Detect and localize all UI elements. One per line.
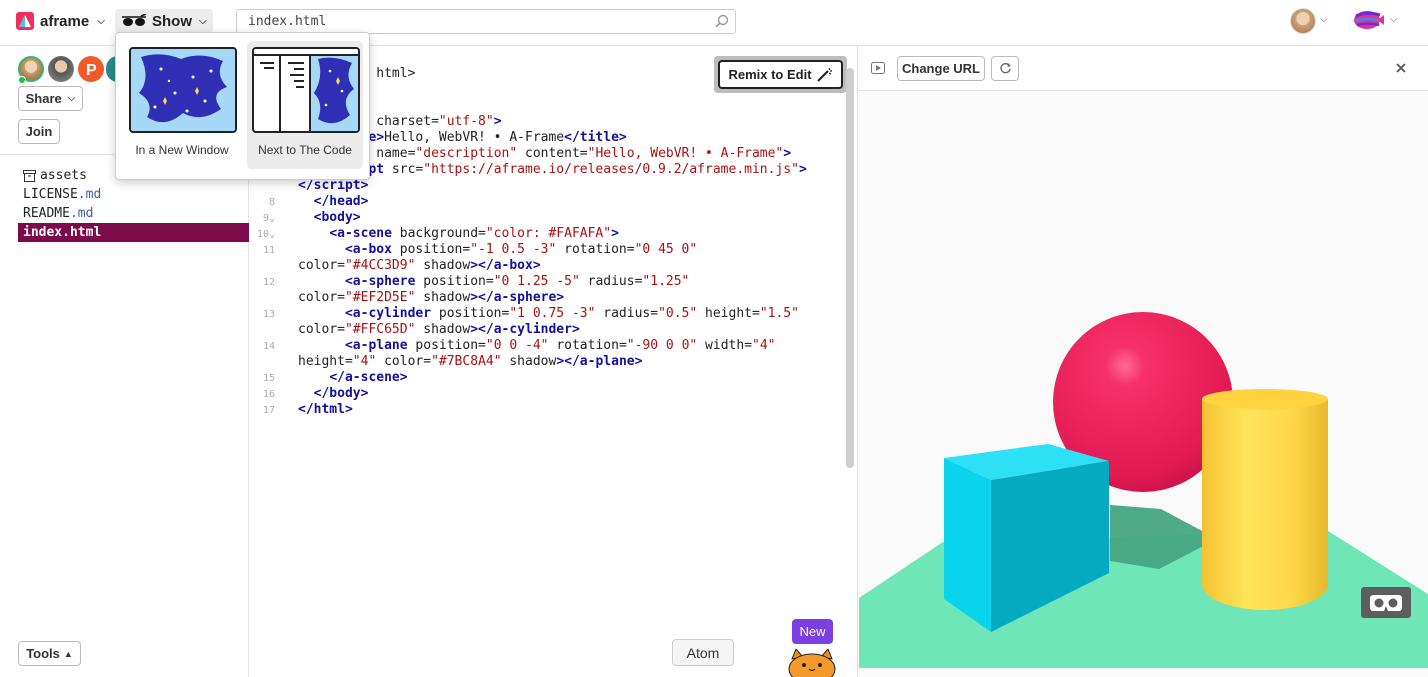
code-line: 16 </body>: [262, 386, 369, 401]
project-name: aframe: [40, 12, 90, 30]
online-indicator: [18, 76, 26, 84]
editor-scrollbar[interactable]: [846, 68, 854, 468]
atom-tooltip: Atom: [672, 639, 734, 666]
change-url-button[interactable]: Change URL: [897, 56, 985, 81]
file-item-license[interactable]: LICENSE.md: [18, 185, 249, 204]
new-badge-label: New: [799, 624, 826, 639]
file-name: assets: [40, 168, 87, 183]
aframe-scene[interactable]: [859, 91, 1428, 668]
file-search-input[interactable]: index.html: [236, 9, 736, 34]
collaborator-avatar[interactable]: P: [78, 56, 104, 82]
refresh-button[interactable]: [991, 56, 1019, 81]
code-line: 14 <a-plane position="0 0 -4" rotation="…: [262, 338, 776, 353]
chevron-down-icon[interactable]: ⌵: [1390, 14, 1398, 25]
tools-button[interactable]: Tools ▲: [18, 641, 81, 666]
share-button[interactable]: Share ⌵: [18, 86, 83, 111]
cat-mascot-icon[interactable]: [786, 649, 838, 677]
code-line: 12 <a-sphere position="0 1.25 -5" radius…: [262, 274, 690, 289]
file-extension: .md: [69, 206, 94, 221]
show-option-new-window[interactable]: In a New Window: [124, 41, 240, 169]
file-extension: .md: [77, 187, 102, 202]
share-label: Share: [25, 91, 62, 106]
glitch-logo-icon[interactable]: [1352, 8, 1384, 32]
starry-blob-icon: [139, 54, 227, 123]
atom-label: Atom: [686, 644, 720, 661]
svg-text:P: P: [86, 62, 97, 79]
tools-label: Tools: [26, 646, 60, 661]
file-name: LICENSE: [23, 187, 78, 202]
new-badge[interactable]: New: [792, 619, 833, 644]
cylinder: [1202, 399, 1328, 610]
code-line: 13 <a-cylinder position="1 0.75 -3" radi…: [262, 306, 799, 321]
file-name: index.html: [23, 225, 102, 240]
refresh-icon: [999, 63, 1011, 74]
option-label: Next to The Code: [258, 143, 352, 157]
close-icon[interactable]: [1396, 63, 1406, 73]
show-label: Show: [152, 12, 192, 30]
remix-label: Remix to Edit: [728, 67, 812, 82]
file-name: README: [23, 206, 70, 221]
change-url-label: Change URL: [902, 61, 980, 76]
product-hunt-icon: P: [86, 62, 97, 79]
project-menu-button[interactable]: aframe ⌵: [16, 10, 105, 32]
chevron-down-icon: ⌵: [199, 15, 207, 27]
join-button[interactable]: Join: [18, 119, 60, 144]
code-line: 15 </a-scene>: [262, 370, 408, 385]
code-line: 9⌄ <body>: [262, 210, 361, 225]
next-to-code-illustration: [252, 47, 360, 133]
code-line: 17 </html>: [262, 402, 353, 417]
show-dropdown-menu: In a New Window Next to The Code: [115, 32, 370, 180]
vr-headset-icon: [1370, 595, 1402, 611]
join-label: Join: [25, 124, 53, 139]
cylinder-top: [1202, 389, 1328, 409]
file-item-index-html[interactable]: index.html: [18, 223, 249, 242]
code-line: 11 <a-box position="-1 0.5 -3" rotation=…: [262, 242, 698, 257]
chevron-down-icon[interactable]: ⌵: [1320, 14, 1328, 25]
preview-pane: Change URL: [859, 46, 1428, 677]
sunglasses-icon: [122, 14, 147, 26]
magic-wand-icon: [816, 67, 832, 82]
play-preview-icon[interactable]: [871, 62, 885, 74]
user-avatar[interactable]: [1290, 8, 1316, 34]
show-button[interactable]: Show ⌵: [115, 9, 213, 33]
show-option-next-to-code[interactable]: Next to The Code: [247, 41, 363, 169]
new-window-illustration: [129, 47, 237, 133]
search-icon: [715, 14, 729, 28]
aframe-logo-icon: [16, 12, 34, 30]
file-item-readme[interactable]: README.md: [18, 204, 249, 223]
archive-icon: [23, 169, 36, 182]
remix-to-edit-button[interactable]: Remix to Edit: [718, 60, 843, 89]
file-search-value: index.html: [248, 14, 327, 29]
chevron-down-icon: ⌵: [97, 15, 105, 27]
collaborator-avatar[interactable]: [48, 56, 74, 82]
preview-toolbar: Change URL: [859, 46, 1428, 91]
enter-vr-button[interactable]: [1361, 587, 1411, 618]
code-line: 10⌄ <a-scene background="color: #FAFAFA"…: [256, 226, 619, 241]
chevron-up-icon: ▲: [63, 648, 73, 659]
split-view-icon: [254, 49, 358, 131]
code-line: 8 </head>: [268, 194, 369, 209]
chevron-down-icon: ⌵: [67, 93, 76, 104]
remix-to-edit-button-frame: Remix to Edit: [714, 56, 847, 93]
option-label: In a New Window: [135, 143, 229, 157]
